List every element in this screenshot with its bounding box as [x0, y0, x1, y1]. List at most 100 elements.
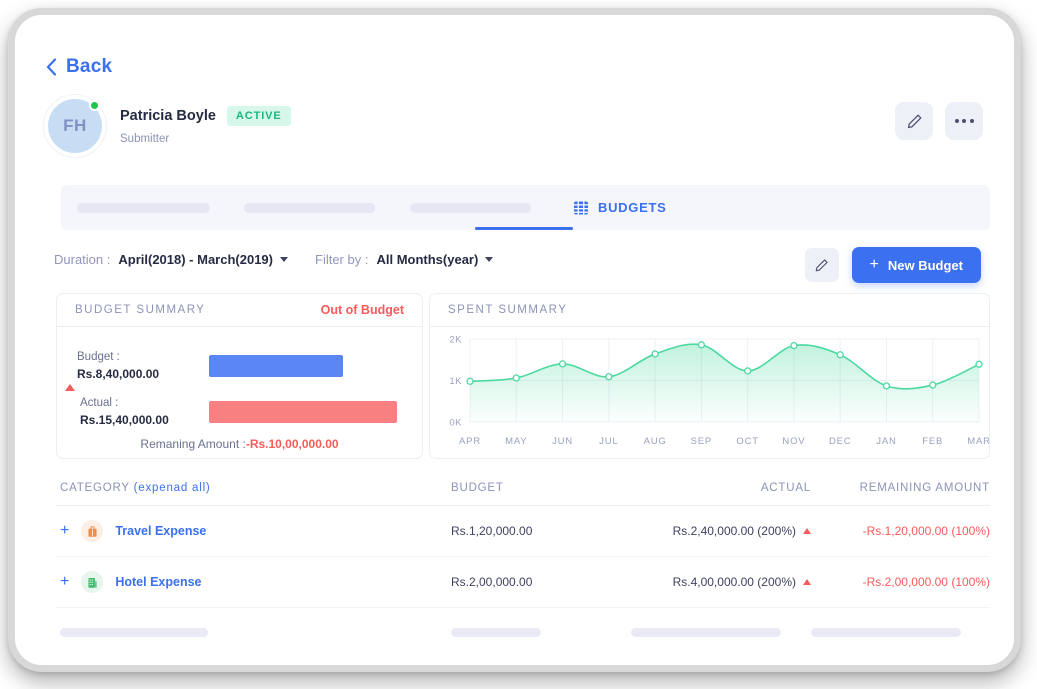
tab-placeholder-3[interactable]: [410, 203, 531, 213]
x-axis-tick: MAR: [967, 436, 989, 447]
category-name-link[interactable]: Travel Expense: [115, 524, 206, 538]
column-header-budget: BUDGET: [451, 482, 631, 494]
budget-bar-row: Budget : Rs.8,40,000.00: [57, 349, 343, 383]
chart-data-point[interactable]: [652, 351, 658, 357]
plus-icon: +: [870, 257, 879, 273]
skeleton-cell-budget: [451, 628, 631, 637]
edit-profile-button[interactable]: [895, 102, 933, 140]
x-axis-tick: JUN: [552, 436, 573, 447]
cell-remaining: -Rs.2,00,000.00 (100%): [811, 575, 990, 589]
chart-data-point[interactable]: [513, 375, 519, 381]
remaining-amount-value: -Rs.10,00,000.00: [246, 437, 339, 451]
pencil-icon: [906, 113, 923, 130]
x-axis-tick: FEB: [922, 436, 943, 447]
chart-data-point[interactable]: [883, 383, 889, 389]
new-budget-button[interactable]: + New Budget: [852, 247, 981, 283]
chart-data-point[interactable]: [560, 361, 566, 367]
actual-label: Actual :: [80, 395, 169, 412]
chart-data-point[interactable]: [606, 374, 612, 380]
budget-amount: Rs.8,40,000.00: [77, 366, 209, 383]
more-options-button[interactable]: [945, 102, 983, 140]
skeleton-cell-category: [56, 628, 451, 637]
table-row[interactable]: +Hotel ExpenseRs.2,00,000.00Rs.4,00,000.…: [56, 557, 990, 608]
category-name-link[interactable]: Hotel Expense: [115, 575, 201, 589]
duration-dropdown[interactable]: April(2018) - March(2019): [118, 252, 288, 267]
filter-actions: + New Budget: [805, 247, 981, 283]
duration-label: Duration :: [54, 252, 110, 267]
chevron-down-icon: [485, 257, 493, 262]
building-icon: [81, 571, 103, 593]
cell-remaining: -Rs.1,20,000.00 (100%): [811, 524, 990, 538]
table-skeleton-row: [56, 608, 990, 656]
chart-data-point[interactable]: [791, 343, 797, 349]
chart-data-point[interactable]: [976, 361, 982, 367]
expand-row-button[interactable]: +: [60, 523, 69, 539]
profile-name-row: Patricia Boyle ACTIVE: [120, 106, 291, 126]
profile-meta: Patricia Boyle ACTIVE Submitter: [120, 99, 291, 145]
budget-summary-body: Budget : Rs.8,40,000.00 Actual : Rs.15,4…: [57, 327, 422, 459]
x-axis-tick: AUG: [644, 436, 667, 447]
cell-category: + Travel Expense: [56, 520, 451, 542]
filter-bar: Duration : April(2018) - March(2019) Fil…: [54, 252, 493, 267]
remaining-amount-label: Remaning Amount :: [140, 437, 245, 451]
cell-actual: Rs.2,40,000.00 (200%): [631, 524, 811, 538]
chart-data-point[interactable]: [698, 342, 704, 348]
chart-data-point[interactable]: [837, 352, 843, 358]
back-button[interactable]: Back: [46, 56, 112, 78]
actual-labels: Actual : Rs.15,40,000.00: [57, 395, 209, 429]
filter-by-value: All Months(year): [376, 252, 478, 267]
actual-bar-row: Actual : Rs.15,40,000.00: [57, 395, 397, 429]
budget-summary-title: BUDGET SUMMARY: [75, 304, 205, 316]
x-axis-tick: NOV: [782, 436, 805, 447]
avatar[interactable]: FH: [48, 99, 102, 153]
out-of-budget-status: Out of Budget: [321, 303, 404, 317]
online-status-dot: [89, 100, 100, 111]
pencil-icon: [814, 258, 829, 273]
spent-summary-card: SPENT SUMMARY 0K1K2KAPRMAYJUNJULAUGSEPOC…: [429, 293, 990, 459]
suitcase-icon: [81, 520, 103, 542]
tab-bar: BUDGETS: [61, 185, 990, 230]
back-label: Back: [66, 56, 112, 78]
y-axis-tick: 2K: [449, 335, 462, 346]
chart-data-point[interactable]: [745, 368, 751, 374]
chart-data-point[interactable]: [467, 378, 473, 384]
profile-role: Submitter: [120, 133, 291, 145]
tab-placeholder-1[interactable]: [77, 203, 210, 213]
filter-by-label: Filter by :: [315, 252, 368, 267]
filter-by-dropdown[interactable]: All Months(year): [376, 252, 493, 267]
category-header-label: CATEGORY: [60, 482, 130, 494]
actual-value: Rs.4,00,000.00 (200%): [673, 575, 796, 589]
spent-chart: 0K1K2KAPRMAYJUNJULAUGSEPOCTNOVDECJANFEBM…: [430, 327, 989, 459]
table-header: CATEGORY (expenad all) BUDGET ACTUAL REM…: [56, 470, 990, 506]
budget-label: Budget :: [77, 349, 209, 366]
category-table: CATEGORY (expenad all) BUDGET ACTUAL REM…: [56, 470, 990, 656]
column-header-actual: ACTUAL: [631, 482, 811, 494]
tab-placeholder-2[interactable]: [244, 203, 375, 213]
trend-up-icon: [803, 579, 811, 585]
device-frame: Back FH Patricia Boyle ACTIVE Submitter: [8, 8, 1021, 672]
cell-category: + Hotel Expense: [56, 571, 451, 593]
expand-all-link[interactable]: (expenad all): [134, 482, 211, 494]
cell-budget: Rs.1,20,000.00: [451, 524, 631, 538]
skeleton-cell-actual: [631, 628, 811, 637]
y-axis-tick: 1K: [449, 376, 462, 387]
status-badge: ACTIVE: [227, 106, 291, 126]
spent-summary-title: SPENT SUMMARY: [448, 304, 567, 316]
chart-data-point[interactable]: [930, 382, 936, 388]
budget-summary-card: BUDGET SUMMARY Out of Budget Budget : Rs…: [56, 293, 423, 459]
column-header-category: CATEGORY (expenad all): [56, 482, 451, 494]
y-axis-tick: 0K: [449, 418, 462, 429]
expand-row-button[interactable]: +: [60, 574, 69, 590]
tab-active-underline: [475, 227, 573, 230]
x-axis-tick: MAY: [505, 436, 527, 447]
edit-budget-button[interactable]: [805, 248, 839, 282]
x-axis-tick: JAN: [876, 436, 896, 447]
budget-labels: Budget : Rs.8,40,000.00: [57, 349, 209, 383]
tab-budgets[interactable]: BUDGETS: [573, 185, 666, 230]
page-title: Patricia Boyle: [120, 108, 216, 124]
duration-value: April(2018) - March(2019): [118, 252, 273, 267]
profile-header: FH Patricia Boyle ACTIVE Submitter: [48, 99, 291, 153]
spent-summary-header: SPENT SUMMARY: [430, 294, 989, 327]
remaining-amount-row: Remaning Amount :-Rs.10,00,000.00: [57, 437, 422, 451]
table-row[interactable]: + Travel Expense Rs.1,20,000.00Rs.2,40,000…: [56, 506, 990, 557]
